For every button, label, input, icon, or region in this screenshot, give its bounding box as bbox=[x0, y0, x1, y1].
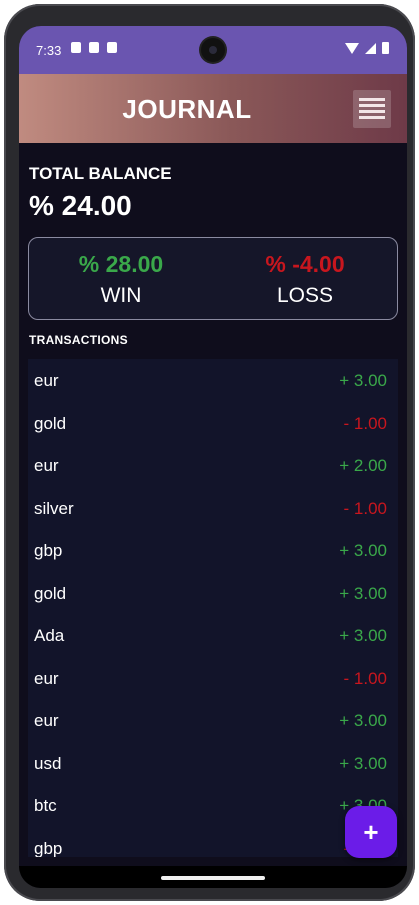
transaction-name: silver bbox=[34, 498, 74, 518]
transaction-amount: - 1.00 bbox=[343, 668, 387, 688]
list-item[interactable]: gbp- 1.00 bbox=[28, 827, 398, 858]
balance-value: % 24.00 bbox=[29, 190, 132, 221]
loss-amount: % -4.00 bbox=[265, 251, 345, 277]
list-item[interactable]: gbp + 3.00 bbox=[28, 529, 398, 572]
transaction-name: Ada bbox=[34, 626, 65, 645]
loss-label: LOSS bbox=[276, 284, 334, 307]
transaction-amount: + 3.00 bbox=[339, 371, 387, 390]
transaction-amount: - 1.00 bbox=[343, 413, 387, 433]
transaction-amount: + 3.00 bbox=[339, 753, 387, 773]
transaction-name: eur bbox=[34, 711, 59, 730]
sim-card-icon bbox=[107, 42, 117, 53]
transaction-amount: + 3.00 bbox=[339, 711, 387, 730]
transaction-name: gold bbox=[34, 583, 67, 603]
loss-summary: % -4.00 LOSS bbox=[213, 238, 397, 308]
list-item[interactable]: eur + 3.00 bbox=[28, 699, 398, 742]
win-label: WIN bbox=[100, 284, 142, 307]
wifi-icon bbox=[345, 42, 359, 54]
list-item[interactable]: usd + 3.00 bbox=[28, 742, 398, 785]
phone-frame: 7:33 JOURNAL TOTAL BALANCE % 24.00 % 28.… bbox=[4, 4, 415, 901]
page-title: JOURNAL bbox=[122, 94, 252, 124]
screen: 7:33 JOURNAL TOTAL BALANCE % 24.00 % 28.… bbox=[19, 26, 407, 888]
app-header: JOURNAL bbox=[19, 74, 407, 143]
list-item[interactable]: btc+ 3.00 bbox=[28, 784, 398, 827]
transaction-amount: + 3.00 bbox=[339, 583, 387, 603]
transaction-name: gbp bbox=[34, 541, 63, 560]
notification-icons bbox=[71, 42, 117, 53]
add-transaction-button[interactable]: + bbox=[345, 806, 397, 858]
system-icons bbox=[345, 42, 389, 54]
transaction-amount: + 3.00 bbox=[339, 541, 387, 560]
signal-icon bbox=[365, 42, 376, 54]
status-time: 7:33 bbox=[36, 43, 62, 58]
navigation-bar bbox=[19, 866, 407, 888]
menu-button[interactable] bbox=[353, 90, 391, 128]
transaction-amount: - 1.00 bbox=[343, 498, 387, 518]
font-icon bbox=[89, 42, 99, 53]
transaction-amount: + 2.00 bbox=[339, 456, 387, 475]
transaction-name: usd bbox=[34, 753, 62, 773]
list-item[interactable]: gold - 1.00 bbox=[28, 402, 398, 445]
transaction-amount: + 3.00 bbox=[339, 626, 387, 645]
transaction-name: btc bbox=[34, 796, 57, 815]
list-item[interactable]: eur - 1.00 bbox=[28, 657, 398, 700]
shield-icon bbox=[71, 42, 81, 53]
transaction-name: eur bbox=[34, 456, 59, 475]
transaction-name: gbp bbox=[34, 838, 63, 858]
balance-label: TOTAL BALANCE bbox=[29, 164, 172, 183]
front-camera bbox=[201, 38, 225, 62]
summary-card: % 28.00 WIN % -4.00 LOSS bbox=[28, 237, 398, 320]
win-summary: % 28.00 WIN bbox=[29, 238, 213, 308]
list-item[interactable]: silver - 1.00 bbox=[28, 487, 398, 530]
transactions-header: TRANSACTIONS bbox=[29, 333, 128, 347]
transaction-name: eur bbox=[34, 668, 59, 688]
list-item[interactable]: Ada + 3.00 bbox=[28, 614, 398, 657]
home-indicator[interactable] bbox=[161, 876, 265, 880]
plus-icon: + bbox=[363, 817, 379, 847]
status-bar: 7:33 bbox=[19, 26, 407, 74]
list-item[interactable]: eur + 2.00 bbox=[28, 444, 398, 487]
list-item[interactable]: gold + 3.00 bbox=[28, 572, 398, 615]
transaction-list[interactable]: eur + 3.00 gold - 1.00 eur + 2.00 silver - 1.00… bbox=[28, 359, 398, 857]
transaction-name: gold bbox=[34, 413, 67, 433]
list-item[interactable]: eur + 3.00 bbox=[28, 359, 398, 402]
win-amount: % 28.00 bbox=[78, 251, 164, 277]
battery-icon bbox=[382, 42, 389, 54]
transaction-name: eur bbox=[34, 371, 59, 390]
